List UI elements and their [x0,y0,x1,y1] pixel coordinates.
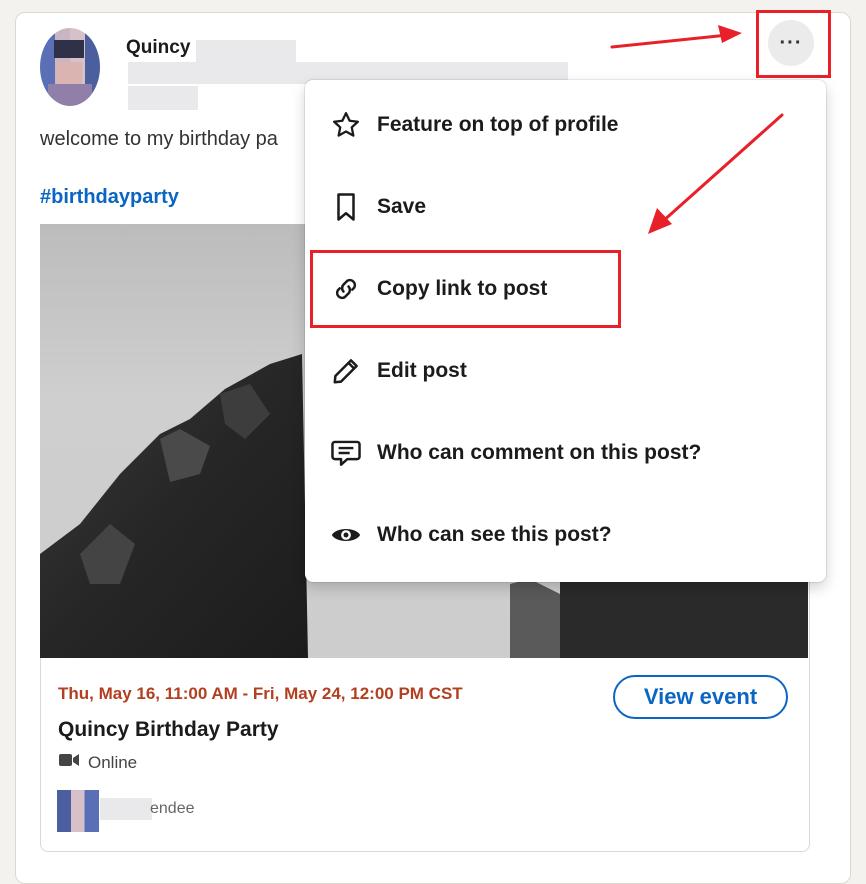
pencil-icon [329,354,363,388]
view-event-button[interactable]: View event [613,675,788,719]
redacted-time-block [128,86,198,110]
menu-item-save[interactable]: Save [305,166,826,248]
event-location: Online [58,752,137,773]
annotation-box-copy-link [310,250,621,328]
video-camera-icon [58,752,80,773]
author-avatar[interactable] [40,28,100,106]
author-name[interactable]: Quincy [126,37,190,59]
menu-item-label: Feature on top of profile [377,113,619,136]
redacted-name-block [196,40,296,64]
menu-item-who-can-comment[interactable]: Who can comment on this post? [305,412,826,494]
hashtag-link[interactable]: #birthdayparty [40,186,179,209]
post-text: welcome to my birthday pa [40,128,278,150]
menu-item-label: Who can comment on this post? [377,441,702,464]
event-date-range: Thu, May 16, 11:00 AM - Fri, May 24, 12:… [58,684,463,703]
menu-item-who-can-see[interactable]: Who can see this post? [305,494,826,576]
eye-icon [329,518,363,552]
annotation-box-more-button [756,10,831,78]
event-location-label: Online [88,752,138,772]
menu-item-feature[interactable]: Feature on top of profile [305,84,826,166]
bookmark-icon [329,190,363,224]
menu-item-edit-post[interactable]: Edit post [305,330,826,412]
event-title[interactable]: Quincy Birthday Party [58,718,279,742]
star-icon [329,108,363,142]
menu-item-label: Edit post [377,359,467,382]
post-options-menu: Feature on top of profile Save Copy link… [305,80,826,582]
attendee-text: endee [150,800,195,817]
redacted-attendee-block [100,798,152,820]
comment-icon [329,436,363,470]
attendee-avatar [57,790,99,832]
menu-item-label: Who can see this post? [377,523,612,546]
menu-item-label: Save [377,195,427,218]
